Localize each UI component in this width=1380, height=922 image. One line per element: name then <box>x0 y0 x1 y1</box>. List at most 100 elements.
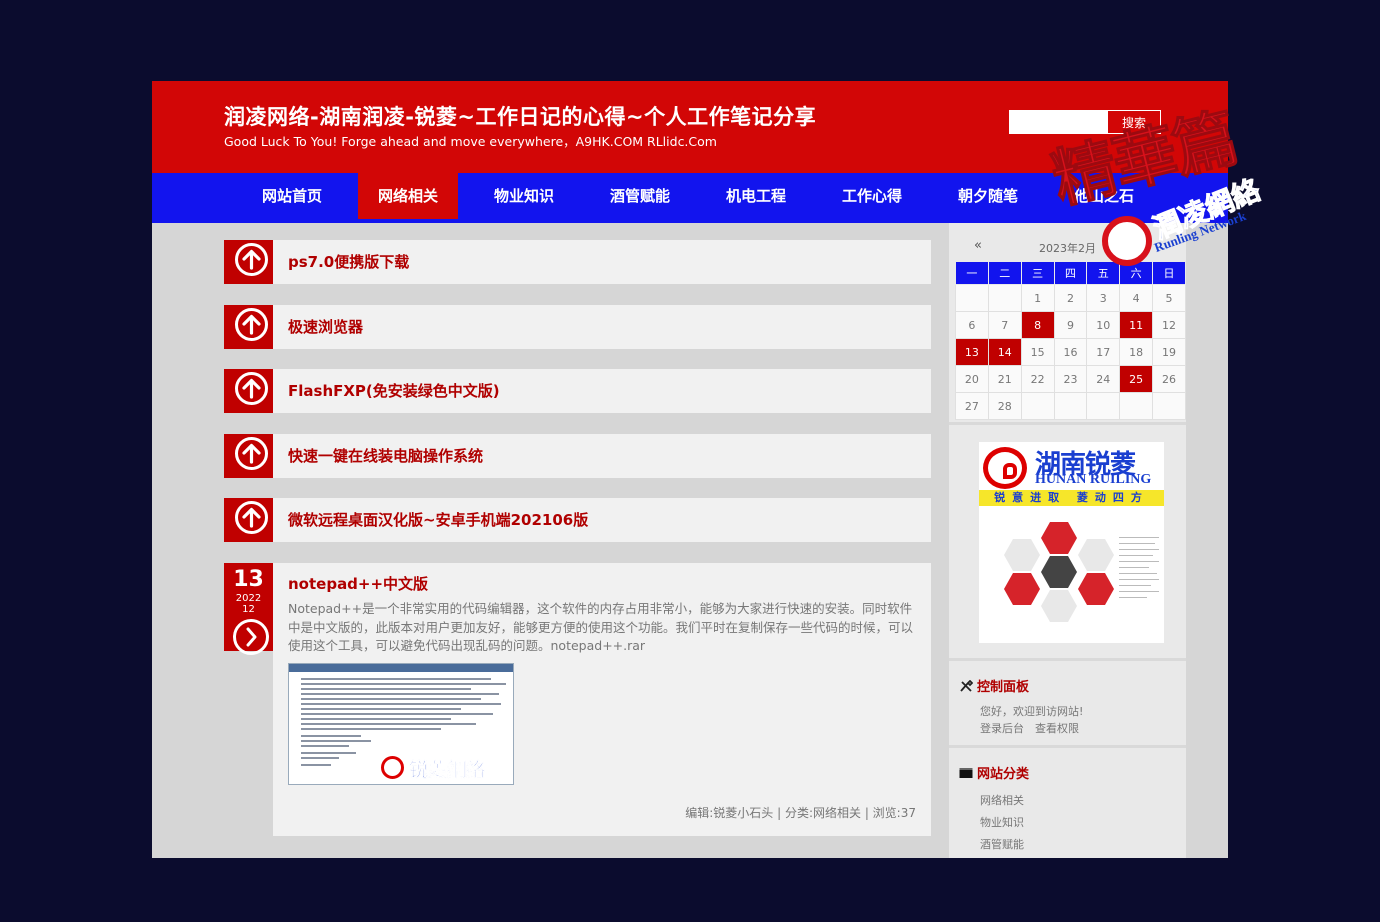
banner-hexagon <box>1041 590 1077 622</box>
thumbnail-logo-text: 锐菱網絡 <box>409 759 486 782</box>
calendar-weekday: 四 <box>1053 261 1088 285</box>
calendar-day: 7 <box>987 311 1022 339</box>
nav-item-mep[interactable]: 机电工程 <box>706 173 806 219</box>
post-title[interactable]: 微软远程桌面汉化版~安卓手机端202106版 <box>288 498 588 542</box>
nav-item-others[interactable]: 他山之石 <box>1054 173 1154 219</box>
calendar-day: 20 <box>955 365 989 393</box>
calendar-day: 22 <box>1020 365 1055 393</box>
thumbnail-code-line <box>301 703 501 705</box>
calendar-day: 17 <box>1086 338 1121 366</box>
calendar-day: 6 <box>955 311 989 339</box>
banner-text-line <box>1119 573 1157 574</box>
calendar-week: 6 7 8 9 10 11 12 <box>955 311 1186 339</box>
calendar-day: 15 <box>1020 338 1055 366</box>
thumbnail-code-line <box>301 757 339 759</box>
calendar-weekday: 二 <box>987 261 1022 285</box>
thumbnail-code-line <box>301 740 371 742</box>
thumbnail-code-line <box>301 678 491 680</box>
calendar-day <box>1086 392 1121 420</box>
thumbnail-code-line <box>301 713 493 715</box>
calendar: 一 二 三 四 五 六 日 1 2 3 4 5 6 7 8 9 10 11 12… <box>955 261 1186 420</box>
post-row[interactable]: 极速浏览器 <box>224 305 931 349</box>
nav-item-work-notes[interactable]: 工作心得 <box>822 173 922 219</box>
calendar-day: 9 <box>1053 311 1088 339</box>
calendar-day[interactable]: 11 <box>1119 311 1154 339</box>
post-title[interactable]: ps7.0便携版下载 <box>288 240 409 284</box>
main-nav: 网站首页 网络相关 物业知识 酒管赋能 机电工程 工作心得 朝夕随笔 他山之石 <box>152 173 1228 223</box>
featured-post-excerpt: Notepad++是一个非常实用的代码编辑器，这个软件的内存占用非常小，能够为大… <box>288 601 914 653</box>
sidebar-divider <box>949 745 1186 748</box>
post-title[interactable]: 极速浏览器 <box>288 305 363 349</box>
nav-item-network[interactable]: 网络相关 <box>358 173 458 219</box>
control-panel-title: 控制面板 <box>977 680 1030 695</box>
calendar-day: 18 <box>1119 338 1154 366</box>
calendar-day: 28 <box>987 392 1022 420</box>
calendar-week: 13 14 15 16 17 18 19 <box>955 338 1186 366</box>
calendar-day[interactable]: 8 <box>1020 311 1055 339</box>
calendar-day: 4 <box>1119 284 1154 312</box>
calendar-day <box>1020 392 1055 420</box>
featured-post-title[interactable]: notepad++中文版 <box>288 573 428 594</box>
nav-item-essays[interactable]: 朝夕随笔 <box>938 173 1038 219</box>
post-date-year: 2022 <box>235 593 262 604</box>
calendar-day <box>955 284 989 312</box>
sidebar-divider <box>949 658 1186 661</box>
calendar-day[interactable]: 13 <box>955 338 989 366</box>
post-row[interactable]: 快速一键在线装电脑操作系统 <box>224 434 931 478</box>
login-link[interactable]: 登录后台 <box>980 720 1024 736</box>
banner-hexagon <box>1041 556 1077 588</box>
post-title[interactable]: FlashFXP(免安装绿色中文版) <box>288 369 500 413</box>
banner-hexagon <box>1078 539 1114 571</box>
site-subtitle: Good Luck To You! Forge ahead and move e… <box>224 134 717 149</box>
control-panel-heading: 控制面板 <box>959 676 1029 695</box>
company-banner[interactable]: 湖南锐菱 HUNAN RUILING 锐意进取 菱动四方 <box>979 442 1164 643</box>
calendar-day: 3 <box>1086 284 1121 312</box>
thumbnail-code-line <box>301 688 471 690</box>
banner-hexagon <box>1041 522 1077 554</box>
banner-hexagon <box>1004 539 1040 571</box>
banner-company-name-en: HUNAN RUILING <box>1035 472 1152 487</box>
nav-item-property[interactable]: 物业知识 <box>474 173 574 219</box>
banner-slogan: 锐意进取 菱动四方 <box>979 490 1164 506</box>
calendar-day: 27 <box>955 392 989 420</box>
site-title[interactable]: 润凌网络-湖南润凌-锐菱~工作日记的心得~个人工作笔记分享 <box>224 101 816 131</box>
tools-icon <box>960 680 973 692</box>
calendar-day[interactable]: 14 <box>987 338 1022 366</box>
calendar-weekday: 五 <box>1086 261 1121 285</box>
post-row[interactable]: FlashFXP(免安装绿色中文版) <box>224 369 931 413</box>
banner-text-line <box>1119 537 1159 538</box>
thumbnail-code-line <box>301 698 481 700</box>
ruiling-logo-icon <box>381 756 404 779</box>
nav-item-hotel[interactable]: 酒管赋能 <box>590 173 690 219</box>
post-row[interactable]: ps7.0便携版下载 <box>224 240 931 284</box>
thumbnail-code-line <box>301 745 349 747</box>
top-arrow-icon <box>224 305 273 349</box>
calendar-day[interactable]: 25 <box>1119 365 1154 393</box>
post-meta: 编辑:锐菱小石头 | 分类:网络相关 | 浏览:37 <box>685 806 916 820</box>
post-row[interactable]: 微软远程桌面汉化版~安卓手机端202106版 <box>224 498 931 542</box>
search-input[interactable] <box>1009 110 1107 134</box>
calendar-day: 19 <box>1152 338 1186 366</box>
banner-text-line <box>1119 585 1151 586</box>
post-thumbnail[interactable]: 锐菱網絡 <box>288 663 514 785</box>
banner-hexagon <box>1078 573 1114 605</box>
post-title[interactable]: 快速一键在线装电脑操作系统 <box>288 434 483 478</box>
thumbnail-code-line <box>301 728 441 730</box>
permissions-link[interactable]: 查看权限 <box>1035 720 1079 736</box>
site-header: 润凌网络-湖南润凌-锐菱~工作日记的心得~个人工作笔记分享 Good Luck … <box>152 81 1228 173</box>
calendar-title: 2023年2月 <box>1039 242 1096 255</box>
featured-post: 13 2022 12 notepad++中文版 Notepad++是一个非常实用… <box>224 563 931 836</box>
folder-icon <box>959 768 973 778</box>
search-button[interactable]: 搜索 <box>1107 110 1161 134</box>
top-arrow-icon <box>224 369 273 413</box>
calendar-week: 20 21 22 23 24 25 26 <box>955 365 1186 393</box>
category-link-hotel[interactable]: 酒管赋能 <box>980 836 1024 852</box>
nav-item-home[interactable]: 网站首页 <box>242 173 342 219</box>
category-link-property[interactable]: 物业知识 <box>980 814 1024 830</box>
chevron-right-icon[interactable] <box>233 619 269 655</box>
post-date-month: 12 <box>242 604 255 615</box>
calendar-day <box>1119 392 1154 420</box>
top-arrow-icon <box>224 434 273 478</box>
banner-text-line <box>1119 591 1159 592</box>
category-link-network[interactable]: 网络相关 <box>980 792 1024 808</box>
